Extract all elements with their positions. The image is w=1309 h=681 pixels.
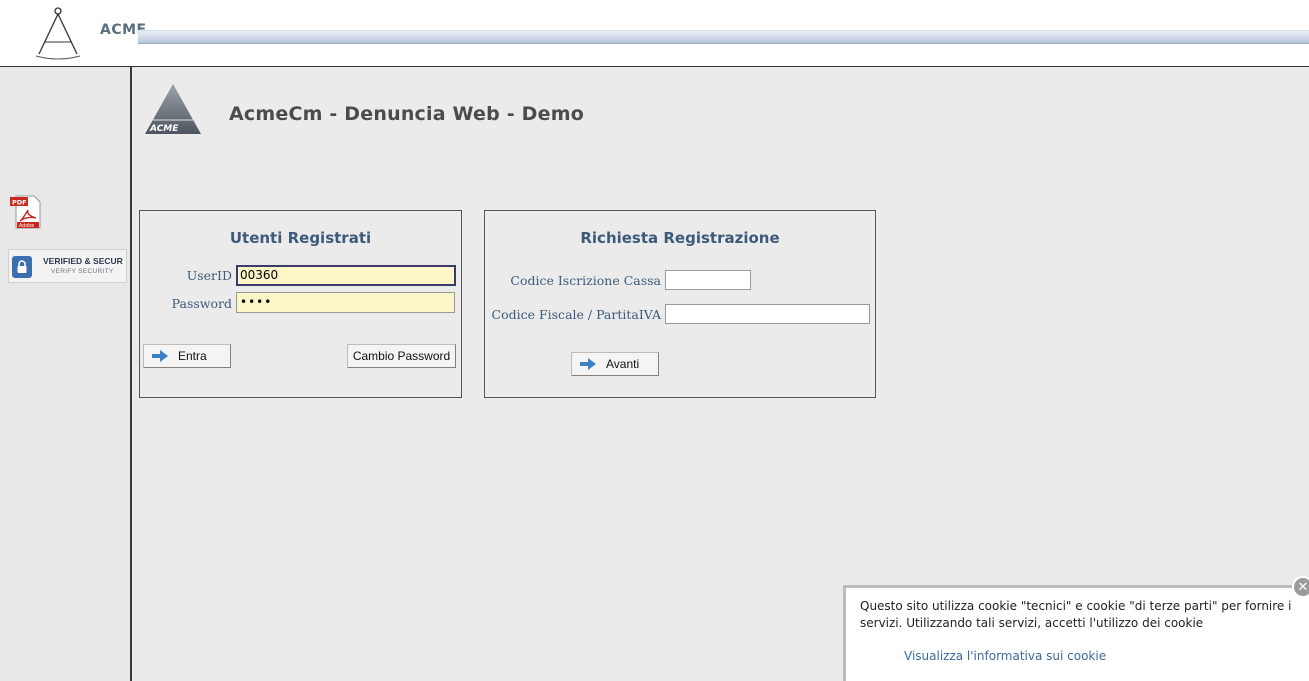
password-label: Password	[171, 296, 232, 311]
cookie-policy-link[interactable]: Visualizza l'informativa sui cookie	[904, 649, 1106, 663]
lock-shield-icon	[12, 256, 32, 278]
header: ACME	[0, 0, 1309, 66]
arrow-right-icon	[580, 358, 596, 370]
login-panel-title: Utenti Registrati	[229, 229, 372, 247]
acme-logo-text: ACME	[149, 124, 179, 134]
next-button[interactable]: Avanti	[571, 352, 659, 376]
verified-label: VERIFIED & SECUR	[43, 256, 123, 266]
page-title: AcmeCm - Denuncia Web - Demo	[229, 103, 584, 125]
registration-panel-title: Richiesta Registrazione	[580, 229, 780, 247]
code-field[interactable]	[665, 270, 751, 290]
header-bar	[138, 30, 1309, 44]
enter-button-label: Entra	[178, 349, 207, 363]
userid-label: UserID	[186, 268, 232, 283]
acme-triangle-logo-icon: ACME	[145, 84, 201, 134]
change-password-label: Cambio Password	[352, 349, 451, 363]
adobe-text: Adobe	[19, 223, 34, 229]
enter-button[interactable]: Entra	[143, 344, 231, 368]
password-field[interactable]: ••••	[236, 292, 455, 313]
cookie-notice-text: Questo sito utilizza cookie "tecnici" e …	[860, 599, 1292, 630]
userid-field[interactable]: 00360	[236, 265, 456, 286]
arrow-right-icon	[152, 350, 168, 362]
cookie-banner: Questo sito utilizza cookie "tecnici" e …	[843, 585, 1309, 681]
verified-secure-badge[interactable]: VERIFIED & SECUR VERIFY SECURITY	[8, 249, 127, 283]
change-password-button[interactable]: Cambio Password	[347, 344, 456, 368]
close-icon[interactable]: ✕	[1292, 576, 1309, 598]
sidebar	[0, 67, 130, 681]
verified-sublabel: VERIFY SECURITY	[51, 268, 114, 275]
pdf-adobe-icon[interactable]: PDF Adobe	[8, 194, 42, 230]
pdf-badge-text: PDF	[12, 199, 27, 207]
code-label: Codice Iscrizione Cassa	[510, 273, 661, 288]
next-button-label: Avanti	[606, 357, 640, 371]
fiscal-code-field[interactable]	[665, 304, 870, 324]
compass-logo-icon	[35, 7, 81, 60]
fiscal-code-label: Codice Fiscale / PartitaIVA	[491, 307, 661, 322]
